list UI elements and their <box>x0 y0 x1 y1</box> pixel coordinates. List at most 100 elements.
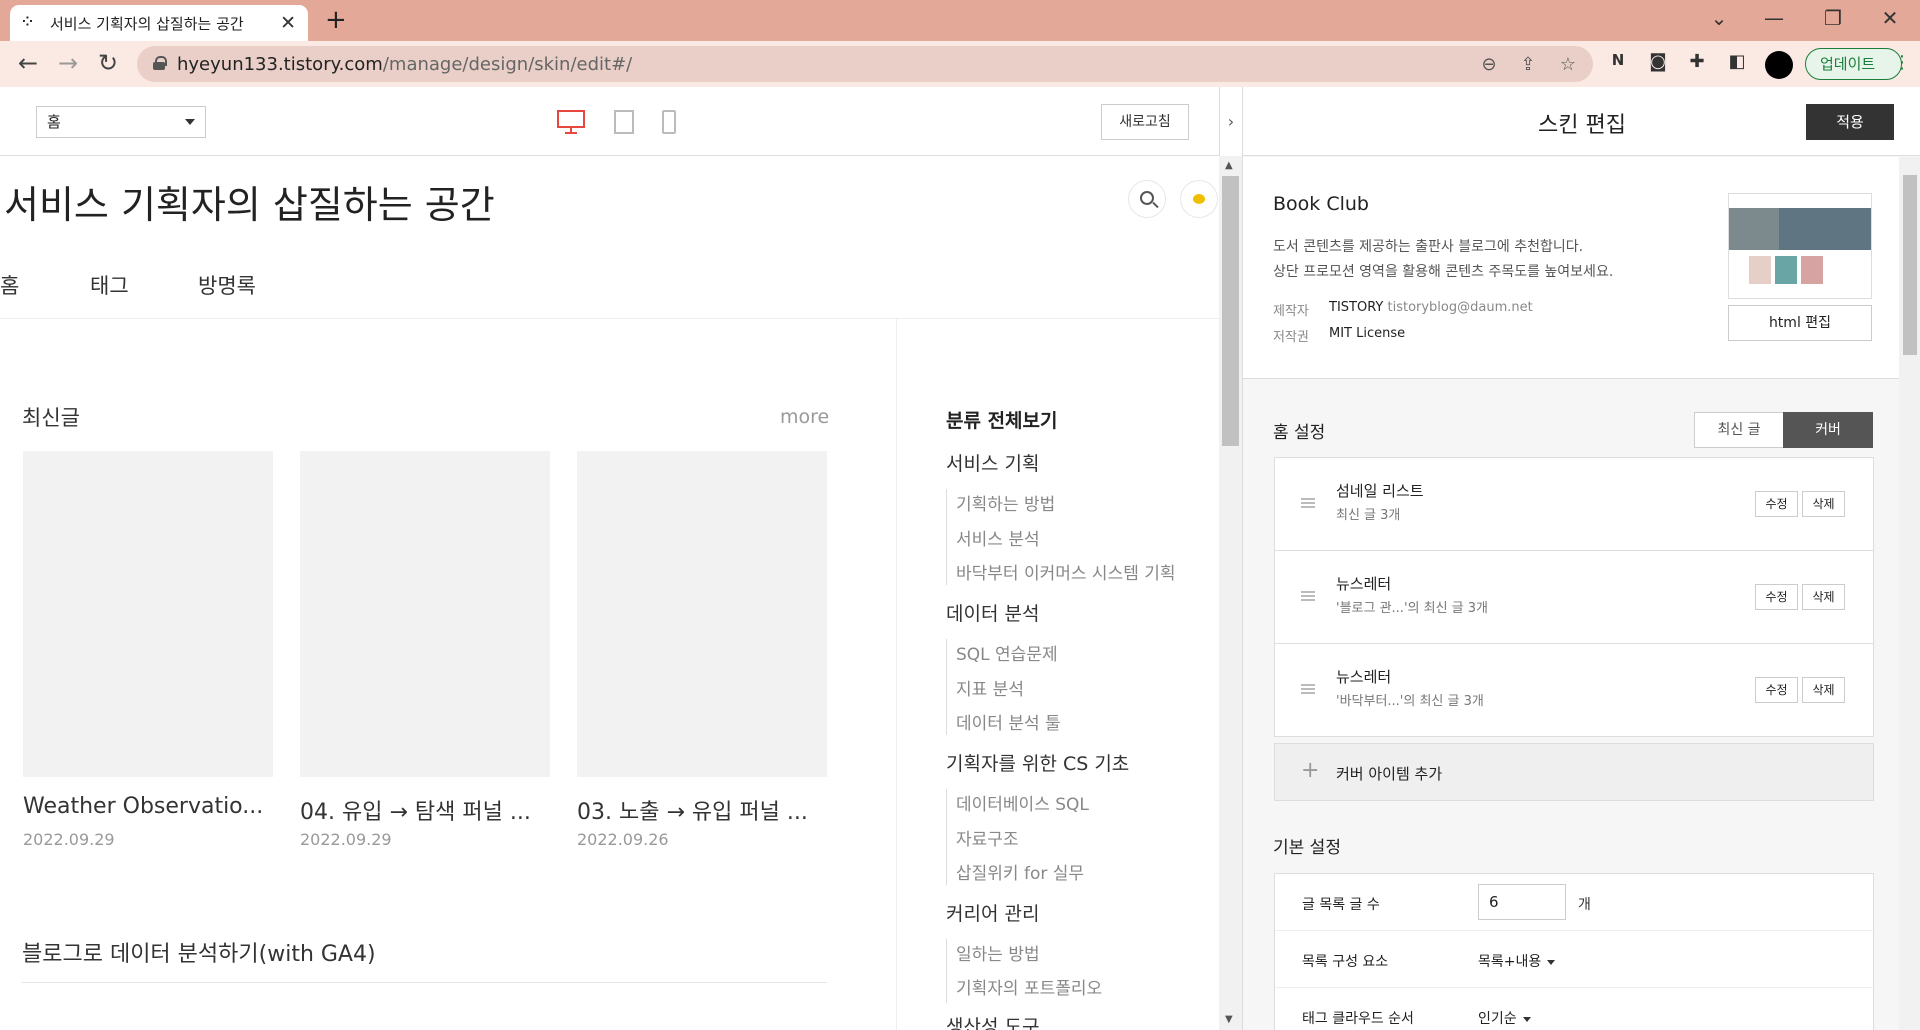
edit-button[interactable]: 수정 <box>1755 491 1798 517</box>
post-thumbnail[interactable] <box>23 451 273 777</box>
address-bar[interactable]: hyeyun133.tistory.com/manage/design/skin… <box>137 46 1593 82</box>
tag-order-dropdown[interactable]: 인기순 <box>1478 1008 1531 1028</box>
blog-avatar-icon[interactable] <box>1180 180 1218 218</box>
post-title[interactable]: 04. 유입 → 탐색 퍼널 ... <box>300 794 531 826</box>
delete-button[interactable]: 삭제 <box>1802 491 1845 517</box>
subcategory-link[interactable]: 기획자의 포트폴리오 <box>956 974 1102 999</box>
tab-recent-posts[interactable]: 최신 글 <box>1694 412 1784 448</box>
scrollbar-thumb[interactable] <box>1903 175 1917 355</box>
close-tab-icon[interactable]: ✕ <box>280 13 296 33</box>
subcategory-link[interactable]: 데이터 분석 툴 <box>956 709 1061 734</box>
cover-item[interactable]: 섬네일 리스트 최신 글 3개 수정 삭제 <box>1274 457 1874 551</box>
collapse-panel-button[interactable]: › <box>1219 87 1242 156</box>
sidepanel-icon[interactable]: ◧ <box>1724 51 1750 72</box>
more-link[interactable]: more <box>780 406 829 428</box>
cover-item[interactable]: 뉴스레터 '블로그 관...'의 최신 글 3개 수정 삭제 <box>1274 550 1874 644</box>
forward-icon[interactable]: → <box>54 51 82 75</box>
post-thumbnail[interactable] <box>577 451 827 777</box>
more-icon[interactable]: ⋮ <box>1893 52 1911 73</box>
minimize-button[interactable]: — <box>1759 6 1789 30</box>
subcategory-link[interactable]: SQL 연습문제 <box>956 640 1058 665</box>
subcategory-link[interactable]: 바닥부터 이커머스 시스템 기획 <box>956 559 1176 584</box>
tab-search-icon[interactable]: ⌄ <box>1704 6 1734 30</box>
delete-button[interactable]: 삭제 <box>1802 584 1845 610</box>
page-select-value: 홈 <box>47 113 61 131</box>
list-elements-value: 목록+내용 <box>1478 954 1542 970</box>
cover-item-title: 섬네일 리스트 <box>1336 482 1424 500</box>
subcategory-link[interactable]: 데이터베이스 SQL <box>956 790 1089 815</box>
divider <box>0 318 1219 319</box>
subcategory-link[interactable]: 서비스 분석 <box>956 525 1040 550</box>
tab-cover[interactable]: 커버 <box>1783 412 1873 448</box>
page-select[interactable]: 홈 <box>36 106 206 138</box>
scrollbar-thumb[interactable] <box>1222 176 1239 446</box>
browser-toolbar: ← → ↻ hyeyun133.tistory.com/manage/desig… <box>0 41 1920 87</box>
cover-item-subtitle: '블로그 관...'의 최신 글 3개 <box>1336 601 1488 616</box>
category-link[interactable]: 생산성 도구 <box>946 1012 1039 1030</box>
url-host: hyeyun133.tistory.com <box>177 54 383 75</box>
nav-home[interactable]: 홈 <box>0 270 19 300</box>
cover-item[interactable]: 뉴스레터 '바닥부터...'의 최신 글 3개 수정 삭제 <box>1274 643 1874 737</box>
close-window-button[interactable]: ✕ <box>1875 6 1905 30</box>
post-date: 2022.09.29 <box>300 830 392 849</box>
preview-scrollbar[interactable]: ▲ ▼ <box>1219 156 1242 1030</box>
skin-edit-panel: 스킨 편집 적용 Book Club 도서 콘텐츠를 제공하는 출판사 블로그에… <box>1242 87 1920 1030</box>
camera-icon[interactable]: ◙ <box>1645 51 1671 72</box>
post-title[interactable]: 03. 노출 → 유입 퍼널 ... <box>577 794 808 826</box>
add-cover-item-button[interactable]: + 커버 아이템 추가 <box>1274 743 1874 801</box>
category-link[interactable]: 기획자를 위한 CS 기초 <box>946 749 1129 776</box>
restore-button[interactable]: ❐ <box>1818 6 1848 30</box>
lock-icon[interactable] <box>153 56 167 70</box>
subcategory-link[interactable]: 일하는 방법 <box>956 940 1040 965</box>
scroll-down-icon[interactable]: ▼ <box>1225 1014 1233 1025</box>
tag-order-value: 인기순 <box>1478 1011 1517 1027</box>
reload-icon[interactable]: ↻ <box>94 51 122 75</box>
star-icon[interactable]: ☆ <box>1555 54 1581 75</box>
category-all-link[interactable]: 분류 전체보기 <box>946 406 1058 433</box>
post-title[interactable]: Weather Observatio... <box>23 794 263 819</box>
scroll-up-icon[interactable]: ▲ <box>1225 160 1233 171</box>
edit-button[interactable]: 수정 <box>1755 677 1798 703</box>
sidebar-divider <box>896 319 897 1030</box>
new-tab-button[interactable]: + <box>325 7 347 33</box>
subcategory-link[interactable]: 자료구조 <box>956 825 1019 850</box>
desktop-icon[interactable] <box>556 109 586 139</box>
maker-name: TISTORY <box>1329 300 1384 315</box>
category-link[interactable]: 서비스 기획 <box>946 449 1039 476</box>
search-icon[interactable] <box>1128 180 1166 218</box>
drag-handle-icon[interactable] <box>1301 591 1315 601</box>
delete-button[interactable]: 삭제 <box>1802 677 1845 703</box>
url-text[interactable]: hyeyun133.tistory.com/manage/design/skin… <box>177 54 632 75</box>
drag-handle-icon[interactable] <box>1301 684 1315 694</box>
tablet-icon[interactable] <box>613 109 635 139</box>
share-icon[interactable]: ⇪ <box>1515 54 1541 75</box>
zoom-out-icon[interactable]: ⊖ <box>1476 54 1502 75</box>
subcategory-link[interactable]: 삽질위키 for 실무 <box>956 859 1084 884</box>
notion-icon[interactable]: N <box>1605 51 1631 69</box>
html-edit-button[interactable]: html 편집 <box>1728 305 1872 341</box>
profile-avatar[interactable] <box>1765 51 1793 79</box>
blog-title[interactable]: 서비스 기획자의 삽질하는 공간 <box>4 174 495 229</box>
post-thumbnail[interactable] <box>300 451 550 777</box>
maker-key: 제작자 <box>1273 304 1309 319</box>
browser-tab[interactable]: ⁘ 서비스 기획자의 삽질하는 공간 ✕ <box>10 5 308 41</box>
puzzle-icon[interactable]: ✚ <box>1684 51 1710 72</box>
back-icon[interactable]: ← <box>14 51 42 75</box>
post-count-input[interactable]: 6 <box>1478 884 1566 920</box>
tag-order-label: 태그 클라우드 순서 <box>1302 1011 1414 1027</box>
category-link[interactable]: 커리어 관리 <box>946 899 1039 926</box>
nav-guestbook[interactable]: 방명록 <box>198 270 256 300</box>
drag-handle-icon[interactable] <box>1301 498 1315 508</box>
refresh-button[interactable]: 새로고침 <box>1101 104 1189 140</box>
nav-tag[interactable]: 태그 <box>90 270 129 300</box>
section-title: 블로그로 데이터 분석하기(with GA4) <box>22 942 376 967</box>
apply-button[interactable]: 적용 <box>1806 104 1894 140</box>
edit-button[interactable]: 수정 <box>1755 584 1798 610</box>
list-elements-dropdown[interactable]: 목록+내용 <box>1478 951 1556 971</box>
mobile-icon[interactable] <box>661 109 677 139</box>
panel-scrollbar[interactable] <box>1899 157 1920 1030</box>
subcategory-link[interactable]: 기획하는 방법 <box>956 490 1055 515</box>
update-button[interactable]: 업데이트 <box>1805 48 1902 80</box>
category-link[interactable]: 데이터 분석 <box>946 599 1039 626</box>
subcategory-link[interactable]: 지표 분석 <box>956 675 1024 700</box>
